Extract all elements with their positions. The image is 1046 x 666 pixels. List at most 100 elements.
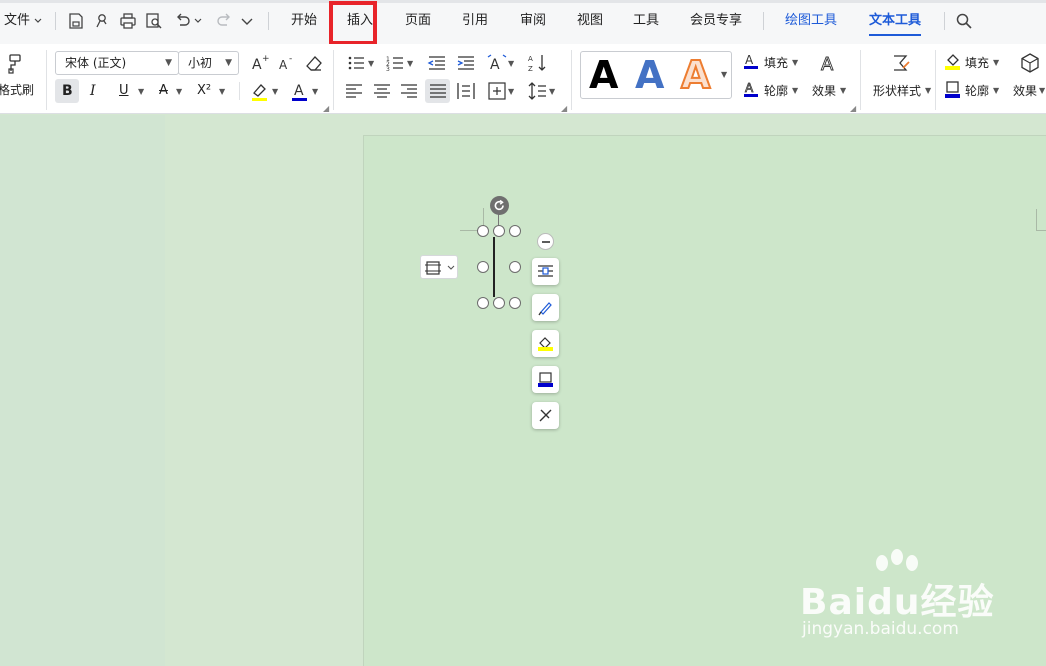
text-style-orange-outline[interactable]: A xyxy=(680,53,711,97)
shape-outline-label[interactable]: 轮廓 xyxy=(965,84,989,98)
resize-handle-bottom[interactable] xyxy=(493,297,505,309)
chevron-down-icon[interactable]: ▼ xyxy=(176,87,182,96)
shape-style-icon[interactable] xyxy=(890,52,912,74)
collapse-toolbar-button[interactable] xyxy=(537,233,554,250)
eraser-icon[interactable] xyxy=(303,52,325,74)
align-right-icon[interactable] xyxy=(398,80,420,102)
layout-options-button[interactable] xyxy=(420,255,458,279)
undo-dropdown-icon[interactable] xyxy=(193,12,203,30)
resize-handle-bottom-left[interactable] xyxy=(477,297,489,309)
chevron-down-icon[interactable]: ▼ xyxy=(792,58,798,67)
more-options-button[interactable] xyxy=(532,402,559,429)
resize-handle-left[interactable] xyxy=(477,261,489,273)
numbered-list-icon[interactable]: 123 xyxy=(385,52,407,74)
strikethrough-button[interactable]: A xyxy=(159,84,168,98)
resize-handle-bottom-right[interactable] xyxy=(509,297,521,309)
chevron-down-icon[interactable]: ▼ xyxy=(138,87,144,96)
undo-icon[interactable] xyxy=(174,12,192,30)
font-dialog-launcher-icon[interactable]: ◢ xyxy=(323,104,329,113)
shape-effects-icon[interactable] xyxy=(1019,52,1041,74)
format-painter-label[interactable]: 格式刷 xyxy=(0,83,34,97)
resize-handle-top-right[interactable] xyxy=(509,225,521,237)
tab-member[interactable]: 会员专享 xyxy=(690,13,742,29)
chevron-down-icon[interactable]: ▼ xyxy=(792,86,798,95)
shape-outline-button[interactable] xyxy=(532,366,559,393)
increase-indent-icon[interactable] xyxy=(455,52,477,74)
search-icon[interactable] xyxy=(955,12,973,30)
gallery-more-icon[interactable]: ▼ xyxy=(721,70,727,79)
resize-handle-top[interactable] xyxy=(493,225,505,237)
chevron-down-icon[interactable]: ▼ xyxy=(549,87,555,96)
shape-effects-label[interactable]: 效果 xyxy=(1013,84,1037,98)
distribute-icon[interactable] xyxy=(455,80,477,102)
text-box-selection[interactable] xyxy=(489,231,510,304)
format-painter-icon[interactable] xyxy=(4,52,26,74)
underline-button[interactable]: U xyxy=(119,84,129,98)
text-outline-label[interactable]: 轮廓 xyxy=(764,84,788,98)
text-style-black[interactable]: A xyxy=(589,54,618,96)
shape-fill-icon[interactable] xyxy=(943,51,965,73)
font-size-select[interactable]: 小初 ▼ xyxy=(178,51,239,75)
increase-font-size-icon[interactable]: A + xyxy=(249,52,271,74)
resize-handle-top-left[interactable] xyxy=(477,225,489,237)
highlight-color-icon[interactable] xyxy=(249,80,271,102)
chevron-down-icon[interactable]: ▼ xyxy=(219,87,225,96)
chevron-down-icon[interactable]: ▼ xyxy=(368,59,374,68)
vertical-align-icon[interactable] xyxy=(486,80,508,102)
chevron-down-icon[interactable]: ▼ xyxy=(272,87,278,96)
print-preview-icon[interactable] xyxy=(145,12,163,30)
save-icon[interactable] xyxy=(67,12,85,30)
tab-view[interactable]: 视图 xyxy=(577,13,603,29)
chevron-down-icon[interactable]: ▼ xyxy=(925,86,931,95)
text-fill-label[interactable]: 填充 xyxy=(764,56,788,70)
text-effects-label[interactable]: 效果 xyxy=(812,84,836,98)
wrap-text-button[interactable] xyxy=(532,258,559,285)
align-left-icon[interactable] xyxy=(343,80,365,102)
text-outline-icon[interactable]: A xyxy=(742,79,764,101)
font-color-icon[interactable]: A xyxy=(289,80,311,102)
text-style-gallery[interactable]: A A A xyxy=(580,51,732,99)
shape-style-button[interactable] xyxy=(532,294,559,321)
file-menu[interactable]: 文件 xyxy=(4,13,30,29)
tab-tools[interactable]: 工具 xyxy=(633,13,659,29)
shape-fill-button[interactable] xyxy=(532,330,559,357)
tab-references[interactable]: 引用 xyxy=(462,13,488,29)
chevron-down-icon[interactable]: ▼ xyxy=(840,86,846,95)
chevron-down-icon[interactable]: ▼ xyxy=(407,59,413,68)
shape-fill-label[interactable]: 填充 xyxy=(965,56,989,70)
chevron-down-icon[interactable]: ▼ xyxy=(1039,86,1045,95)
text-style-blue[interactable]: A xyxy=(635,54,664,96)
print-icon[interactable] xyxy=(119,12,137,30)
text-direction-icon[interactable]: A xyxy=(486,52,508,74)
chevron-down-icon[interactable] xyxy=(33,13,43,31)
font-name-select[interactable]: 宋体 (正文) ▼ xyxy=(55,51,179,75)
bullet-list-icon[interactable] xyxy=(346,52,368,74)
chevron-down-icon[interactable]: ▼ xyxy=(993,86,999,95)
tab-page[interactable]: 页面 xyxy=(405,13,431,29)
chevron-down-icon[interactable]: ▼ xyxy=(508,59,514,68)
shape-style-label[interactable]: 形状样式 xyxy=(873,84,921,98)
share-icon[interactable] xyxy=(93,12,111,30)
superscript-button[interactable]: X² xyxy=(197,84,211,98)
sort-icon[interactable]: AZ xyxy=(527,52,549,74)
more-chevron-icon[interactable] xyxy=(240,12,254,30)
align-center-icon[interactable] xyxy=(371,80,393,102)
tab-text-tools[interactable]: 文本工具 xyxy=(869,13,921,29)
chevron-down-icon[interactable]: ▼ xyxy=(993,58,999,67)
line-spacing-icon[interactable] xyxy=(527,80,549,102)
decrease-indent-icon[interactable] xyxy=(426,52,448,74)
italic-button[interactable]: I xyxy=(90,84,96,98)
resize-handle-right[interactable] xyxy=(509,261,521,273)
tab-review[interactable]: 审阅 xyxy=(520,13,546,29)
decrease-font-size-icon[interactable]: A- xyxy=(276,52,298,74)
wordart-dialog-launcher-icon[interactable]: ◢ xyxy=(850,104,856,113)
bold-button[interactable]: B xyxy=(62,84,73,98)
paragraph-dialog-launcher-icon[interactable]: ◢ xyxy=(561,104,567,113)
chevron-down-icon[interactable]: ▼ xyxy=(312,87,318,96)
shape-outline-icon[interactable] xyxy=(943,79,965,101)
text-fill-icon[interactable]: A xyxy=(742,51,764,73)
rotate-handle[interactable] xyxy=(490,196,509,215)
justify-icon[interactable] xyxy=(427,80,449,102)
text-effects-icon[interactable]: A xyxy=(818,52,840,76)
chevron-down-icon[interactable]: ▼ xyxy=(508,87,514,96)
